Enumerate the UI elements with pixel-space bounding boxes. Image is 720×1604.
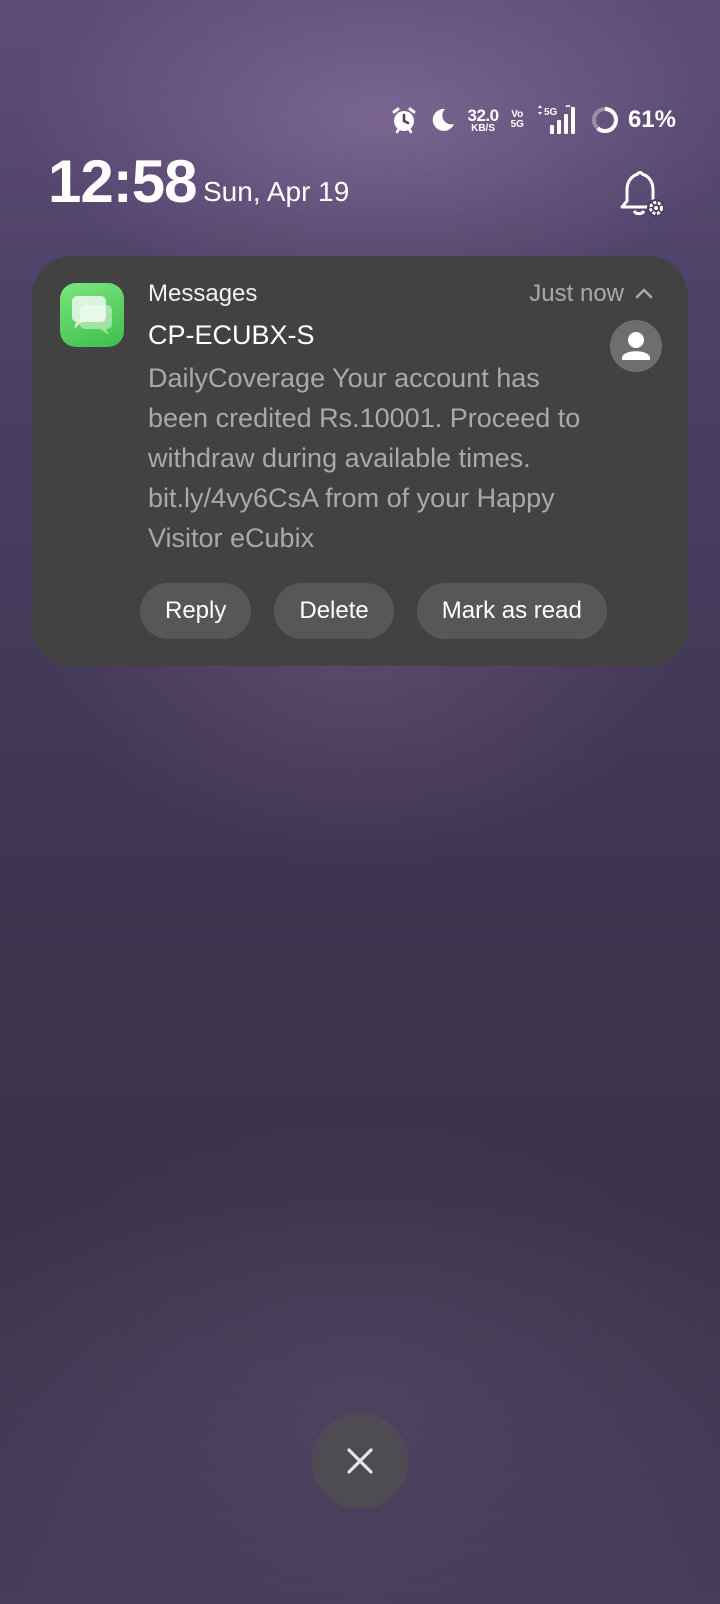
notification-app-name: Messages: [148, 280, 258, 307]
reply-button[interactable]: Reply: [140, 583, 252, 639]
notification-timestamp: Just now: [529, 280, 624, 307]
close-icon: [347, 1448, 373, 1474]
collapse-chevron-up-icon[interactable]: [632, 282, 656, 306]
net-speed-unit: KB/S: [471, 122, 496, 134]
bell-settings-icon: [620, 171, 665, 217]
contact-avatar-icon: [610, 320, 662, 372]
notification-body: DailyCoverage Your account has been cred…: [148, 363, 581, 553]
notification-sender: CP-ECUBX-S: [148, 320, 315, 350]
mark-as-read-button[interactable]: Mark as read: [416, 583, 607, 639]
chat-bubbles-icon: [72, 296, 112, 335]
dismiss-all-button[interactable]: [312, 1413, 408, 1509]
net-speed-value: 32.0: [467, 105, 500, 125]
clock-time: 12:58: [48, 148, 197, 215]
messages-app-icon: [60, 283, 124, 347]
network-type: 5G: [544, 107, 558, 118]
volte-icon: Vo 5G: [510, 109, 524, 131]
moon-icon: [430, 107, 456, 133]
clock-date: Sun, Apr 19: [203, 176, 350, 207]
notification-actions: Reply Delete Mark as read: [140, 583, 607, 639]
battery-icon: [590, 105, 620, 135]
alarm-icon: [390, 106, 418, 134]
volte-bottom: 5G: [510, 119, 524, 130]
notification-card[interactable]: Messages Just now CP-ECUBX-S DailyCovera…: [32, 256, 688, 666]
delete-button[interactable]: Delete: [274, 583, 394, 639]
network-speed-icon: 32.0 KB/S: [467, 105, 500, 134]
status-bar: 32.0 KB/S Vo 5G 5G 61%: [390, 100, 676, 140]
signal-icon: 5G: [536, 105, 578, 135]
notification-settings-button[interactable]: [618, 170, 666, 220]
battery-percent: 61%: [627, 106, 676, 133]
